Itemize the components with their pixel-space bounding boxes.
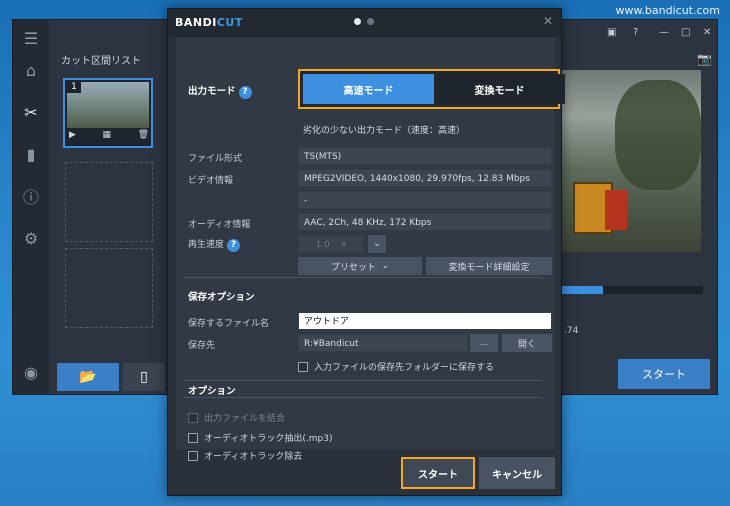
save-filename-input[interactable]: アウトドア — [298, 312, 552, 330]
home-icon[interactable]: ⌂ — [21, 60, 41, 80]
output-dialog: BANDICUT ✕ 出力モード? 高速モード 変換モード 劣化の少ない出力モー… — [167, 8, 565, 496]
settings-icon[interactable]: ⚙ — [21, 228, 41, 248]
save-dest-label: 保存先 — [188, 341, 216, 351]
fast-mode-button[interactable]: 高速モード — [303, 74, 434, 104]
speed-label: 再生速度? — [188, 237, 241, 252]
remove-audio-row[interactable]: オーディオトラック除去 — [188, 449, 302, 462]
mode-hint: 劣化の少ない出力モード（速度：高速） — [303, 126, 466, 136]
dialog-body: 出力モード? 高速モード 変換モード 劣化の少ない出力モード（速度：高速） ファ… — [176, 37, 565, 462]
page-dot-active[interactable] — [354, 18, 361, 25]
video-preview — [555, 70, 701, 252]
divider — [184, 397, 542, 398]
dialog-header: BANDICUT ✕ — [168, 9, 561, 37]
video-info-value-2: - — [298, 191, 552, 209]
camera-icon[interactable]: 📷 — [697, 52, 712, 66]
output-mode-selector: 高速モード 変換モード — [298, 69, 565, 109]
extract-audio-row[interactable]: オーディオトラック抽出(.mp3) — [188, 431, 332, 444]
help-icon[interactable]: ? — [227, 239, 241, 252]
folder-icon[interactable]: ▣ — [607, 27, 616, 38]
merge-files-row[interactable]: 出力ファイルを結合 — [188, 411, 285, 424]
save-to-source-row[interactable]: 入力ファイルの保存先フォルダーに保存する — [298, 360, 494, 373]
video-info-label: ビデオ情報 — [188, 176, 234, 186]
remove-audio-checkbox[interactable] — [188, 450, 198, 461]
audio-info-value: AAC, 2Ch, 48 KHz, 172 Kbps — [298, 213, 552, 231]
audio-info-label: オーディオ情報 — [188, 220, 251, 230]
start-button[interactable]: スタート — [401, 457, 475, 489]
thumbnail-number: 1 — [67, 82, 81, 93]
save-filename-label: 保存するファイル名 — [188, 319, 270, 329]
save-dest-input[interactable]: R:¥Bandicut — [298, 334, 468, 352]
output-mode-label: 出力モード? — [188, 83, 252, 99]
help-icon[interactable]: ? — [238, 86, 252, 99]
options-title: オプション — [188, 386, 236, 397]
open-folder-button[interactable]: 開く — [502, 334, 552, 352]
maximize-icon[interactable]: □ — [681, 27, 690, 38]
timecode: .74 — [564, 326, 579, 336]
record-icon[interactable]: ◉ — [21, 362, 41, 382]
grid-icon[interactable]: ▦ — [102, 130, 111, 144]
dialog-close-icon[interactable]: ✕ — [543, 14, 553, 28]
save-options-title: 保存オプション — [188, 292, 255, 303]
open-folder-button[interactable]: 📂 — [57, 363, 119, 391]
empty-slot — [65, 162, 153, 242]
convert-detail-button[interactable]: 変換モード詳細設定 — [426, 257, 552, 275]
cut-thumbnail[interactable]: 1 ▶ ▦ 🗑 — [63, 78, 153, 148]
empty-slot — [65, 248, 153, 328]
cancel-button[interactable]: キャンセル — [479, 457, 555, 489]
cut-icon[interactable]: ✂ — [21, 102, 41, 122]
save-to-source-checkbox[interactable] — [298, 361, 308, 372]
divider — [184, 380, 542, 381]
menu-icon[interactable]: ☰ — [21, 28, 41, 48]
bandicut-logo: BANDICUT — [175, 16, 243, 29]
speed-select[interactable]: 1.0 x — [298, 235, 364, 253]
film-export-button[interactable]: ▯ — [123, 363, 165, 391]
help-icon[interactable]: ? — [633, 27, 638, 38]
site-url: www.bandicut.com — [615, 4, 720, 17]
film-icon[interactable]: ▮ — [21, 144, 41, 164]
preset-button[interactable]: プリセット ⌄ — [298, 257, 422, 275]
trash-icon[interactable]: 🗑 — [138, 130, 149, 144]
extract-audio-checkbox[interactable] — [188, 432, 198, 443]
play-icon[interactable]: ▶ — [69, 130, 76, 144]
info-icon[interactable]: ⓘ — [21, 186, 41, 207]
cut-list-title: カット区間リスト — [61, 56, 141, 67]
page-dot[interactable] — [367, 18, 374, 25]
main-start-button[interactable]: スタート — [618, 359, 710, 389]
file-format-value: TS(MTS) — [298, 147, 552, 165]
timeline-bar[interactable] — [555, 286, 703, 294]
speed-dropdown[interactable]: ⌄ — [368, 235, 386, 253]
browse-button[interactable]: ... — [470, 334, 498, 352]
merge-files-checkbox[interactable] — [188, 412, 198, 423]
video-info-value: MPEG2VIDEO, 1440x1080, 29.970fps, 12.83 … — [298, 169, 552, 187]
close-icon[interactable]: ✕ — [703, 27, 711, 38]
minimize-icon[interactable]: — — [659, 27, 669, 38]
divider — [184, 277, 542, 278]
file-format-label: ファイル形式 — [188, 154, 243, 164]
page-dots — [354, 18, 374, 25]
convert-mode-button[interactable]: 変換モード — [434, 74, 565, 104]
sidebar: ☰ ⌂ ✂ ▮ ⓘ ⚙ ◉ — [13, 20, 49, 394]
